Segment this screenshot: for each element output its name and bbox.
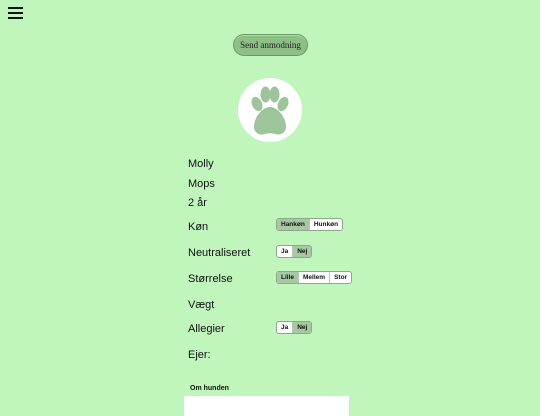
avatar	[238, 78, 302, 142]
size-toggle[interactable]: Lille Mellem Stor	[276, 271, 353, 284]
size-option-medium[interactable]: Mellem	[299, 272, 331, 283]
size-label: Størrelse	[188, 273, 233, 285]
gender-toggle[interactable]: Hankøn Hunkøn	[276, 218, 344, 231]
dog-breed: Mops	[188, 178, 215, 190]
gender-option-male[interactable]: Hankøn	[277, 219, 310, 230]
size-option-small[interactable]: Lille	[277, 272, 300, 283]
neutered-option-yes[interactable]: Ja	[277, 246, 294, 257]
gender-label: Køn	[188, 221, 209, 233]
paw-print-icon	[251, 86, 289, 135]
allergies-option-no[interactable]: Nej	[293, 322, 312, 333]
neutered-toggle[interactable]: Ja Nej	[276, 245, 313, 258]
allergies-toggle[interactable]: Ja Nej	[276, 321, 313, 334]
allergies-label: Allegier	[188, 323, 225, 335]
gender-option-female[interactable]: Hunkøn	[310, 219, 342, 230]
dog-name: Molly	[188, 158, 214, 170]
owner-label: Ejer:	[188, 349, 211, 361]
size-option-large[interactable]: Stor	[330, 272, 351, 283]
allergies-option-yes[interactable]: Ja	[277, 322, 294, 333]
neutered-label: Neutraliseret	[188, 247, 251, 259]
weight-label: Vægt	[188, 299, 215, 311]
neutered-option-no[interactable]: Nej	[293, 246, 312, 257]
hamburger-menu-icon[interactable]	[8, 7, 23, 19]
send-request-button[interactable]: Send anmodning	[233, 34, 308, 56]
about-dog-label: Om hunden	[190, 385, 229, 392]
about-dog-textarea[interactable]	[184, 396, 349, 416]
dog-age: 2 år	[188, 197, 207, 209]
